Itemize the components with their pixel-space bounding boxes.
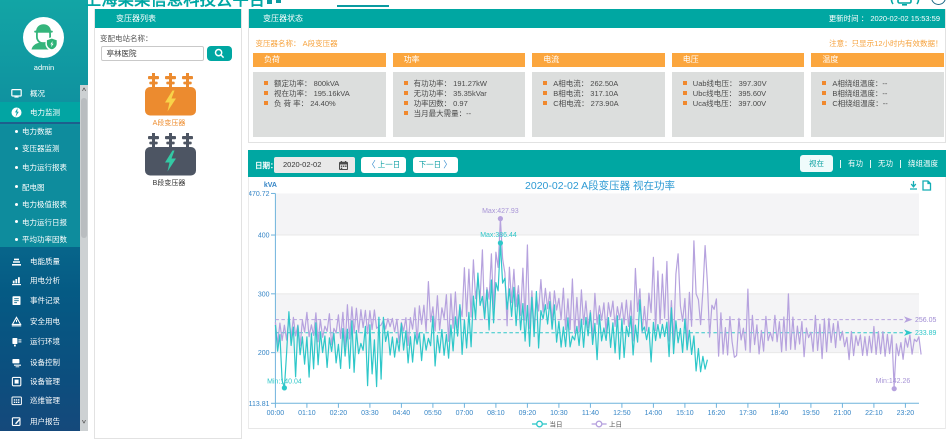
svg-text:113.81: 113.81	[249, 401, 270, 408]
svg-text:Max:386.44: Max:386.44	[480, 232, 517, 239]
svg-text:03:30: 03:30	[361, 410, 379, 417]
svg-text:14:00: 14:00	[645, 410, 663, 417]
svg-text:21:00: 21:00	[834, 410, 852, 417]
svg-text:300: 300	[258, 291, 270, 298]
svg-text:11:40: 11:40	[582, 410, 599, 417]
svg-text:10:30: 10:30	[550, 410, 568, 417]
svg-text:02:20: 02:20	[330, 410, 348, 417]
svg-text:07:00: 07:00	[456, 410, 474, 417]
svg-text:400: 400	[258, 233, 270, 240]
svg-text:12:50: 12:50	[613, 410, 631, 417]
svg-text:Min:142.26: Min:142.26	[876, 378, 911, 385]
svg-text:470.72: 470.72	[248, 191, 270, 198]
svg-text:17:30: 17:30	[739, 410, 757, 417]
svg-text:256.05: 256.05	[915, 317, 937, 324]
svg-text:05:50: 05:50	[424, 410, 442, 417]
svg-text:2020-02-02 A段变压器 视在功率: 2020-02-02 A段变压器 视在功率	[525, 179, 675, 192]
svg-text:Min:140.04: Min:140.04	[267, 379, 302, 386]
svg-text:18:40: 18:40	[771, 410, 789, 417]
svg-text:Max:427.93: Max:427.93	[482, 208, 519, 215]
svg-text:15:10: 15:10	[676, 410, 694, 417]
svg-text:233.89: 233.89	[915, 330, 937, 337]
svg-text:22:10: 22:10	[865, 410, 883, 417]
svg-text:01:10: 01:10	[298, 410, 316, 417]
svg-text:19:50: 19:50	[802, 410, 820, 417]
svg-text:kVA: kVA	[264, 182, 277, 189]
svg-text:16:20: 16:20	[708, 410, 726, 417]
svg-text:09:20: 09:20	[519, 410, 537, 417]
svg-text:08:10: 08:10	[487, 410, 505, 417]
svg-text:00:00: 00:00	[267, 410, 285, 417]
svg-text:04:40: 04:40	[393, 410, 411, 417]
svg-text:23:20: 23:20	[897, 410, 915, 417]
svg-text:200: 200	[258, 350, 270, 357]
